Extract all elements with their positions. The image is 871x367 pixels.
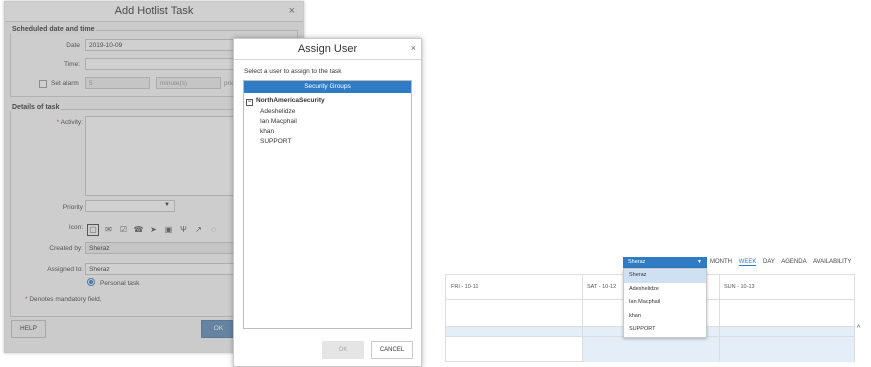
hotlist-titlebar: Add Hotlist Task ×: [5, 2, 303, 22]
tree-root-northamericasecurity[interactable]: − NorthAmericaSecurity: [246, 97, 325, 106]
tree-root-label: NorthAmericaSecurity: [256, 97, 325, 104]
calendar-user-select[interactable]: Sheraz ▼: [623, 257, 707, 268]
column-divider: [582, 275, 583, 361]
assign-title: Assign User: [297, 43, 358, 55]
time-label: Time:: [63, 61, 80, 68]
alarm-label: Set alarm: [51, 80, 79, 87]
calendar-user-dropdown: Sheraz Adeshelidze Ian Macphail khan SUP…: [623, 268, 707, 338]
assign-close-icon[interactable]: ×: [411, 43, 416, 53]
day-header-fri[interactable]: FRI - 10-11: [451, 284, 478, 290]
scroll-up-icon[interactable]: ^: [857, 325, 860, 332]
money-icon[interactable]: ▣: [163, 224, 174, 235]
icon-label: Icon:: [68, 224, 83, 231]
calendar-panel: Sheraz ▼ Sheraz Adeshelidze Ian Macphail…: [440, 255, 871, 367]
assigned-to-input[interactable]: Sheraz: [85, 263, 235, 275]
personal-task-radio[interactable]: [87, 278, 95, 286]
square-icon[interactable]: ▢: [87, 224, 99, 236]
time-input[interactable]: [85, 58, 235, 70]
activity-label: * Activity:: [25, 119, 83, 126]
activity-textarea[interactable]: [85, 116, 235, 196]
activity-label-text: Activity:: [60, 119, 83, 126]
mandatory-note: * Denotes mandatory field.: [25, 296, 102, 303]
dropdown-option-support[interactable]: SUPPORT: [624, 323, 706, 337]
assign-ok-button[interactable]: OK: [322, 341, 364, 359]
assign-prompt: Select a user to assign to the task: [244, 68, 342, 75]
security-groups-tree: Security Groups − NorthAmericaSecurity Ad…: [243, 80, 412, 329]
user-item-khan[interactable]: khan: [260, 128, 274, 135]
assign-titlebar: Assign User ×: [234, 39, 421, 60]
alarm-value-input[interactable]: 5: [85, 77, 150, 89]
user-item-adeshelidze[interactable]: Adeshelidze: [260, 108, 295, 115]
phone-icon[interactable]: ☎: [133, 224, 144, 235]
tab-month[interactable]: MONTH: [710, 259, 732, 265]
calendar-view-tabs: MONTH WEEK DAY AGENDA AVAILABILITY: [710, 259, 856, 266]
send-icon[interactable]: ➤: [148, 224, 159, 235]
chart-icon[interactable]: ↗: [193, 224, 204, 235]
tab-agenda[interactable]: AGENDA: [781, 259, 806, 265]
details-legend: Details of task: [10, 104, 62, 111]
dropdown-option-sheraz[interactable]: Sheraz: [624, 269, 706, 283]
dropdown-option-khan[interactable]: khan: [624, 310, 706, 324]
tab-availability[interactable]: AVAILABILITY: [813, 259, 851, 265]
alarm-checkbox[interactable]: [39, 80, 47, 88]
help-button[interactable]: HELP: [11, 320, 46, 338]
chevron-down-icon: ▼: [697, 259, 702, 265]
screenshot: Add Hotlist Task × Scheduled date and ti…: [0, 0, 871, 367]
tab-day[interactable]: DAY: [763, 259, 775, 265]
hotlist-ok-button[interactable]: OK: [201, 320, 236, 338]
collapse-icon[interactable]: −: [246, 99, 253, 106]
dropdown-option-adeshelidze[interactable]: Adeshelidze: [624, 283, 706, 297]
assign-cancel-button[interactable]: CANCEL: [371, 341, 413, 359]
assign-user-dialog: Assign User × Select a user to assign to…: [233, 38, 422, 367]
created-by-label: Created by:: [49, 245, 83, 252]
day-header-sat[interactable]: SAT - 10-12: [587, 284, 616, 290]
user-item-support[interactable]: SUPPORT: [260, 138, 291, 145]
chevron-down-icon: ▼: [164, 202, 170, 208]
date-input[interactable]: 2019-10-09: [85, 39, 235, 51]
hotlist-title: Add Hotlist Task: [114, 5, 194, 17]
mandatory-note-text: Denotes mandatory field.: [29, 296, 102, 303]
column-divider: [719, 275, 720, 361]
required-mark: *: [56, 119, 60, 126]
created-by-input: Sheraz: [85, 242, 235, 254]
security-groups-header: Security Groups: [244, 81, 411, 93]
mandatory-mark: *: [25, 296, 28, 303]
priority-select[interactable]: ▼: [85, 200, 175, 212]
calendar-check-icon[interactable]: ☑: [118, 224, 129, 235]
assigned-to-label: Assigned to:: [47, 266, 83, 273]
envelope-icon[interactable]: ✉: [103, 224, 114, 235]
cutlery-icon[interactable]: Ψ: [178, 224, 189, 235]
personal-task-label: Personal task: [100, 280, 140, 287]
date-label: Date: [66, 42, 80, 49]
alarm-unit-select[interactable]: minute(s): [156, 77, 221, 89]
day-header-sun[interactable]: SUN - 10-13: [724, 284, 755, 290]
user-item-ian-macphail[interactable]: Ian Macphail: [260, 118, 297, 125]
tab-week[interactable]: WEEK: [738, 259, 757, 266]
calendar-user-select-value: Sheraz: [628, 259, 646, 265]
hotlist-close-icon[interactable]: ×: [289, 5, 295, 17]
priority-label: Priority: [62, 204, 83, 211]
scheduled-legend: Scheduled date and time: [10, 26, 97, 33]
dropdown-option-ian-macphail[interactable]: Ian Macphail: [624, 296, 706, 310]
comment-icon[interactable]: ◌: [208, 224, 219, 235]
